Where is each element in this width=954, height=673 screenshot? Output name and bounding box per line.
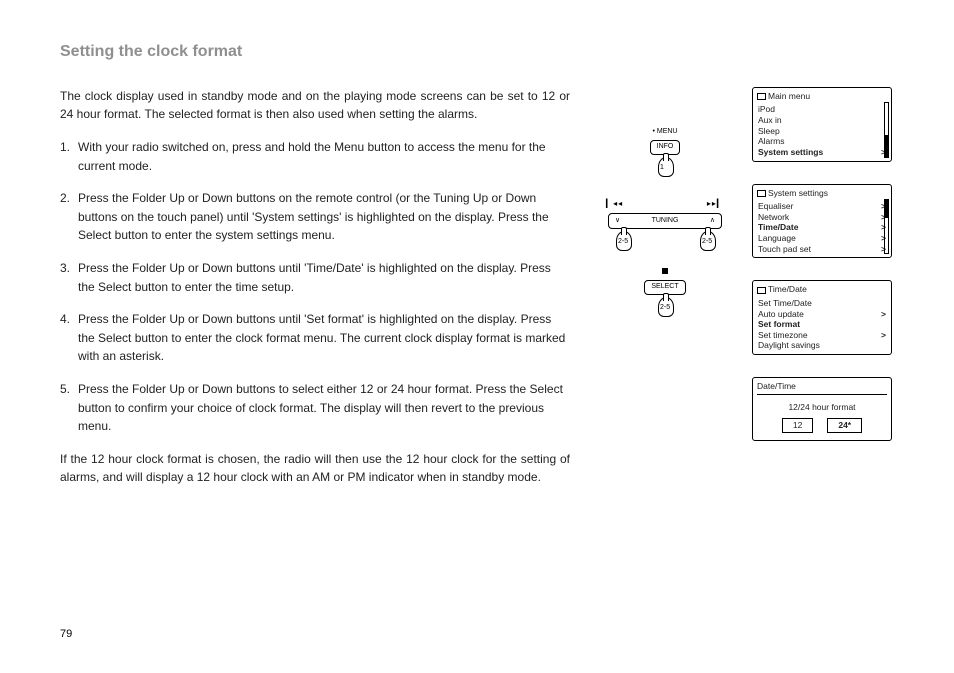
hand-icon: 1 [654, 157, 676, 183]
hand-icon: 2-5 [612, 231, 634, 257]
menu-glyph-icon [757, 287, 766, 294]
list-item-highlighted: Set format [757, 319, 887, 330]
outro-paragraph: If the 12 hour clock format is chosen, t… [60, 450, 570, 487]
list-item: Alarms [757, 136, 887, 147]
screen-clock-format: Date/Time 12/24 hour format 12 24* [752, 377, 892, 441]
list-item: Aux in [757, 115, 887, 126]
option-24h-selected: 24* [827, 418, 862, 433]
step-1: 1. With your radio switched on, press an… [60, 138, 570, 175]
scrollbar [884, 199, 889, 255]
list-item-highlighted: Time/Date> [757, 222, 887, 233]
intro-paragraph: The clock display used in standby mode a… [60, 87, 570, 124]
list-item: Language> [757, 233, 887, 244]
list-item: Set Time/Date [757, 298, 887, 309]
menu-label: • MENU [652, 128, 677, 135]
format-caption: 12/24 hour format [757, 402, 887, 413]
remote-illustration: • MENU INFO 1 ▎◂◂ ▸▸▎ ∨ TUNING ∧ 2-5 [600, 87, 730, 501]
list-item: Set timezone> [757, 330, 887, 341]
list-item: Sleep [757, 126, 887, 137]
list-item: Equaliser> [757, 201, 887, 212]
screen-main-menu: Main menu iPod Aux in Sleep Alarms Syste… [752, 87, 892, 162]
list-item: Auto update> [757, 309, 887, 320]
down-icon: ∨ [615, 214, 620, 228]
menu-glyph-icon [757, 190, 766, 197]
stop-icon [662, 268, 668, 274]
section-heading: Setting the clock format [60, 40, 904, 65]
up-icon: ∧ [710, 214, 715, 228]
scrollbar [884, 102, 889, 158]
list-item: Touch pad set> [757, 244, 887, 255]
menu-glyph-icon [757, 93, 766, 100]
body-text-column: The clock display used in standby mode a… [60, 87, 570, 501]
step-2: 2. Press the Folder Up or Down buttons o… [60, 189, 570, 245]
hand-icon: 2-5 [696, 231, 718, 257]
option-12h: 12 [782, 418, 813, 433]
screen-system-settings: System settings Equaliser> Network> Time… [752, 184, 892, 259]
list-item-highlighted: System settings> [757, 147, 887, 158]
list-item: Network> [757, 212, 887, 223]
step-5: 5. Press the Folder Up or Down buttons t… [60, 380, 570, 436]
step-4: 4. Press the Folder Up or Down buttons u… [60, 310, 570, 366]
step-3: 3. Press the Folder Up or Down buttons u… [60, 259, 570, 296]
list-item: iPod [757, 104, 887, 115]
list-item: Daylight savings [757, 340, 887, 351]
next-track-icon: ▸▸▎ [707, 198, 724, 210]
prev-track-icon: ▎◂◂ [606, 198, 623, 210]
hand-icon: 2-5 [654, 297, 676, 323]
screen-time-date: Time/Date Set Time/Date Auto update> Set… [752, 280, 892, 355]
page-number: 79 [60, 626, 72, 643]
screens-column: Main menu iPod Aux in Sleep Alarms Syste… [752, 87, 902, 501]
